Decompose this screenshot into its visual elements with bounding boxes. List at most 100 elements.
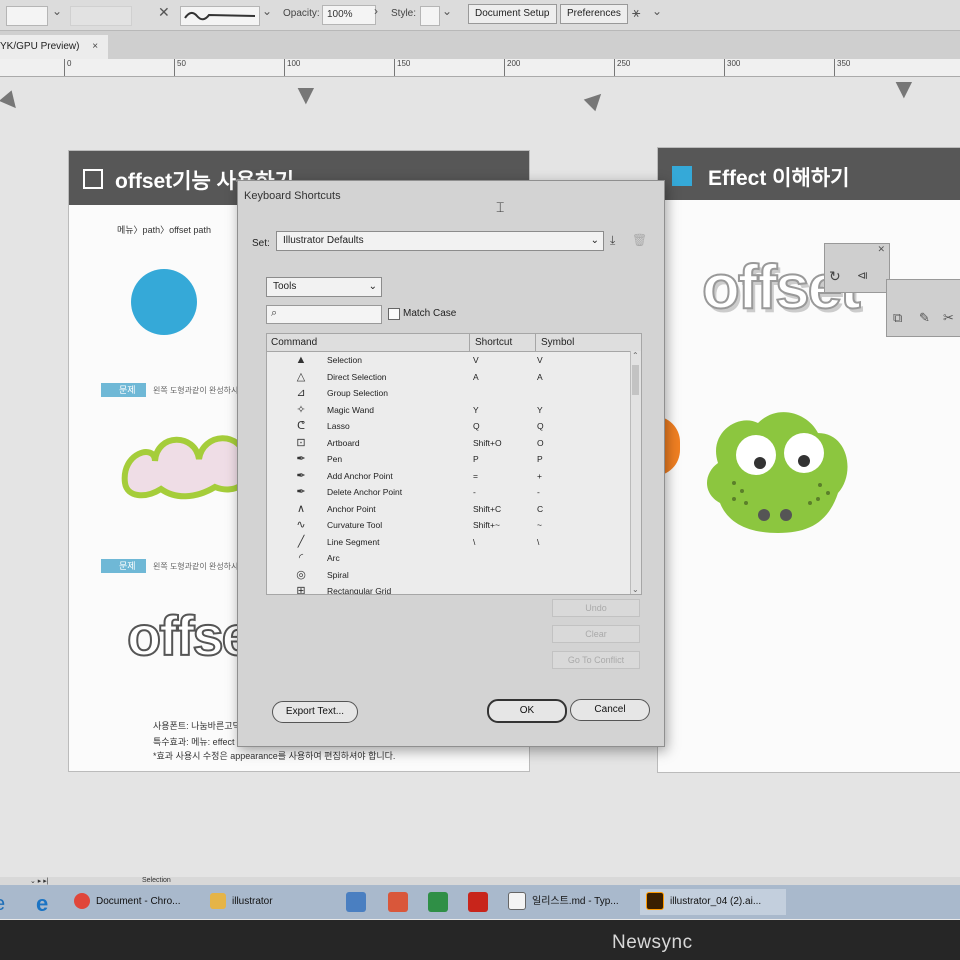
undo-button[interactable]: Undo [552, 599, 640, 617]
style-swatch[interactable] [420, 6, 440, 26]
powerpoint-icon[interactable] [388, 892, 408, 912]
slide-effect[interactable]: Effect 이해하기 offset [654, 147, 960, 773]
row-symbol[interactable]: P [537, 451, 543, 468]
scroll-up-icon[interactable]: ⌃ [632, 351, 639, 360]
category-select[interactable]: Tools ⌄ [266, 277, 382, 297]
table-row[interactable]: ⊞ Rectangular Grid [267, 583, 629, 594]
table-row[interactable]: ▲ Selection V V [267, 352, 629, 369]
row-shortcut[interactable]: Shift+~ [473, 517, 500, 534]
opacity-label: Opacity: [283, 8, 320, 19]
row-symbol[interactable]: Q [537, 418, 544, 435]
row-shortcut[interactable]: V [473, 352, 479, 369]
row-symbol[interactable]: Y [537, 402, 543, 419]
row-shortcut[interactable]: Shift+O [473, 435, 502, 452]
scissors-icon[interactable]: ✂ [943, 310, 954, 326]
clear-button[interactable]: Clear [552, 625, 640, 643]
artboard-canvas[interactable]: ▼ ▼ ▲ ▼ offset기능 사용하기 메뉴〉path〉offset pat… [0, 73, 960, 877]
row-symbol[interactable]: + [537, 468, 542, 485]
row-command: Delete Anchor Point [327, 487, 403, 497]
column-symbol[interactable]: Symbol [541, 334, 574, 351]
chevron-down-icon[interactable]: ⌄ [652, 4, 662, 18]
row-shortcut[interactable]: A [473, 369, 479, 386]
column-command[interactable]: Command [271, 334, 317, 351]
row-shortcut[interactable]: Q [473, 418, 480, 435]
save-set-icon[interactable]: ⤓ [610, 233, 615, 248]
go-to-conflict-button[interactable]: Go To Conflict [552, 651, 640, 669]
nav-arrows-icon[interactable]: ⌄ ▸ ▸| [30, 877, 49, 885]
stroke-swatch[interactable] [70, 6, 132, 26]
search-input[interactable]: ⌕ [266, 305, 382, 324]
chevron-down-icon[interactable]: ⌄ [52, 4, 62, 18]
table-row[interactable]: ✧ Magic Wand Y Y [267, 402, 629, 419]
export-text-button[interactable]: Export Text... [272, 701, 358, 723]
table-row[interactable]: ✒ Delete Anchor Point - - [267, 484, 629, 501]
floating-panel[interactable]: ⧉ ✎ ✂ [886, 279, 960, 337]
scroll-down-icon[interactable]: ⌄ [632, 585, 639, 594]
ie-icon[interactable]: e [36, 891, 56, 916]
close-icon[interactable]: × [92, 41, 98, 52]
transform-icon[interactable]: ⧉ [893, 310, 902, 326]
table-row[interactable]: △ Direct Selection A A [267, 369, 629, 386]
preferences-button[interactable]: Preferences [560, 4, 628, 24]
edit-icon[interactable]: ✎ [919, 310, 930, 326]
row-shortcut[interactable]: = [473, 468, 478, 485]
edge-icon[interactable]: e [0, 893, 14, 915]
trash-icon[interactable]: 🗑 [632, 233, 647, 247]
row-symbol[interactable]: A [537, 369, 543, 386]
stroke-options-icon[interactable]: ✕ [158, 4, 170, 21]
table-row[interactable]: ◎ Spiral [267, 567, 629, 584]
row-shortcut[interactable]: P [473, 451, 479, 468]
rotate-icon[interactable]: ↻ [829, 268, 841, 285]
app-icon[interactable] [346, 892, 366, 912]
fill-swatch[interactable] [6, 6, 48, 26]
document-tab[interactable]: YK/GPU Preview) × [0, 35, 109, 59]
row-symbol[interactable]: ~ [537, 517, 542, 534]
table-row[interactable]: ∿ Curvature Tool Shift+~ ~ [267, 517, 629, 534]
chevron-right-icon[interactable]: › [374, 4, 378, 18]
table-scrollbar[interactable]: ⌃ ⌄ [630, 351, 641, 594]
table-row[interactable]: ∧ Anchor Point Shift+C C [267, 501, 629, 518]
shortcuts-table[interactable]: Command Shortcut Symbol ▲ Selection V V △ Dir… [266, 333, 642, 595]
table-row[interactable]: ◜ Arc [267, 550, 629, 567]
ok-button[interactable]: OK [487, 699, 567, 723]
acrobat-icon[interactable] [468, 892, 488, 912]
table-row[interactable]: ⊿ Group Selection [267, 385, 629, 402]
row-shortcut[interactable]: \ [473, 534, 475, 551]
table-row[interactable]: ╱ Line Segment \ \ [267, 534, 629, 551]
brush-definition[interactable] [180, 6, 260, 26]
taskbar-item-active[interactable]: illustrator_04 (2).ai... [640, 889, 786, 915]
scrollbar-thumb[interactable] [632, 365, 639, 395]
row-symbol[interactable]: O [537, 435, 544, 452]
taskbar-item[interactable]: 일리스트.md - Typ... [508, 889, 636, 915]
row-symbol[interactable]: - [537, 484, 540, 501]
arrange-icon[interactable]: ⚹ [632, 4, 640, 21]
pen-tool-icon: ✒ [296, 453, 306, 465]
table-row[interactable]: ⊡ Artboard Shift+O O [267, 435, 629, 452]
row-shortcut[interactable]: Shift+C [473, 501, 501, 518]
row-symbol[interactable]: \ [537, 534, 539, 551]
taskbar-item[interactable]: Document - Chro... [74, 889, 192, 915]
row-shortcut[interactable]: Y [473, 402, 479, 419]
row-shortcut[interactable]: - [473, 484, 476, 501]
set-select[interactable]: Illustrator Defaults ⌄ [276, 231, 604, 251]
row-symbol[interactable]: C [537, 501, 543, 518]
excel-icon[interactable] [428, 892, 448, 912]
cancel-button[interactable]: Cancel [570, 699, 650, 721]
row-symbol[interactable]: V [537, 352, 543, 369]
dialog-title: Keyboard Shortcuts [244, 190, 341, 202]
chevron-down-icon[interactable]: ⌄ [442, 4, 452, 18]
ruler-tick: 250 [614, 59, 630, 76]
table-row[interactable]: ✒ Pen P P [267, 451, 629, 468]
column-shortcut[interactable]: Shortcut [475, 334, 512, 351]
reflect-icon[interactable]: ⧏ [857, 269, 868, 282]
match-case-checkbox[interactable] [388, 308, 400, 320]
horizontal-ruler[interactable]: 0 50 100 150 200 250 300 350 [0, 59, 960, 77]
taskbar-item[interactable]: illustrator [210, 889, 330, 915]
document-setup-button[interactable]: Document Setup [468, 4, 557, 24]
table-row[interactable]: ᕦ Lasso Q Q [267, 418, 629, 435]
floating-panel[interactable]: ↻ ⧏ ✕ [824, 243, 890, 293]
chevron-down-icon[interactable]: ⌄ [262, 4, 272, 18]
close-icon[interactable]: ✕ [877, 244, 885, 255]
table-row[interactable]: ✒ Add Anchor Point = + [267, 468, 629, 485]
opacity-input[interactable]: 100% [322, 5, 376, 25]
